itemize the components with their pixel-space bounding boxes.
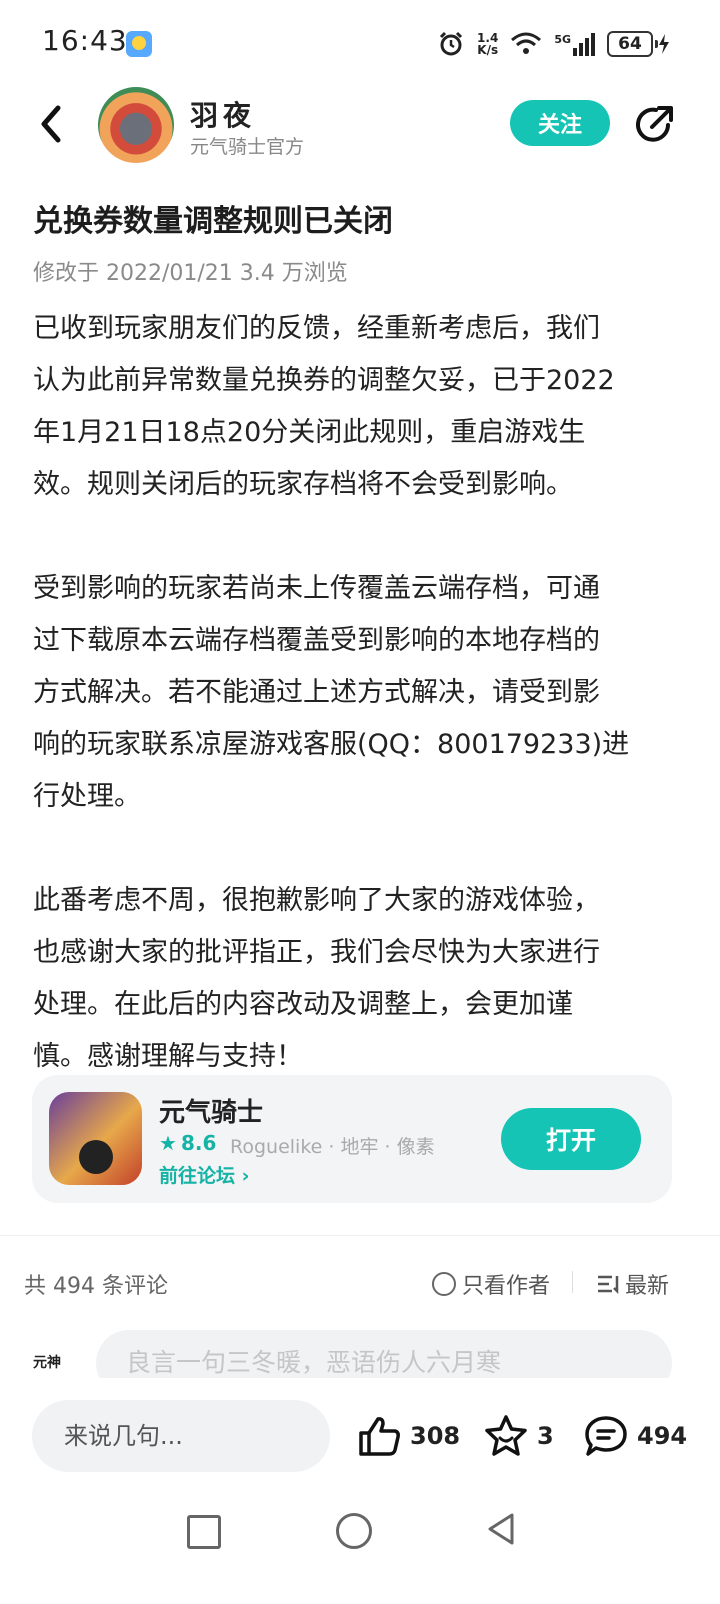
status-icons: 1.4 K/s 5G 64	[437, 28, 670, 60]
divider	[572, 1271, 573, 1293]
alarm-icon	[439, 31, 463, 56]
favorite-button[interactable]: 3	[483, 1412, 554, 1460]
star-outline-icon	[485, 1415, 527, 1456]
sort-latest-button[interactable]: 最新	[597, 1268, 669, 1300]
nav-back-icon[interactable]	[486, 1512, 516, 1546]
app-tags: Roguelike · 地牢 · 像素	[230, 1136, 435, 1158]
author-name[interactable]: 羽夜	[190, 94, 256, 134]
charging-icon	[659, 34, 669, 54]
article-paragraph: 受到影响的玩家若尚未上传覆盖云端存档，可通 过下载原本云端存档覆盖受到影响的本地…	[33, 573, 630, 812]
article-paragraph: 此番考虑不周，很抱歉影响了大家的游戏体验， 也感谢大家的批评指正，我们会尽快为大…	[33, 885, 600, 1072]
net-speed: 1.4 K/s	[477, 31, 499, 57]
comment-count: 共 494 条评论	[24, 1274, 168, 1299]
game-logo: 元神	[33, 1355, 61, 1371]
status-time: 16:43	[42, 24, 128, 57]
home-button[interactable]	[336, 1513, 372, 1549]
open-app-button[interactable]: 打开	[501, 1108, 641, 1170]
battery-icon: 64	[607, 31, 670, 57]
app-icon[interactable]	[49, 1092, 142, 1185]
radio-icon[interactable]	[432, 1272, 456, 1296]
back-arrow-icon[interactable]	[30, 100, 74, 148]
forum-link[interactable]: 前往论坛 ›	[159, 1161, 249, 1188]
app-name[interactable]: 元气骑士	[159, 1092, 263, 1129]
author-subtitle: 元气骑士官方	[190, 136, 305, 158]
app-rating: ★ 8.6	[159, 1131, 217, 1155]
share-icon[interactable]	[632, 101, 678, 147]
weather-icon	[126, 31, 152, 57]
follow-button[interactable]: 关注	[510, 100, 610, 146]
comment-button[interactable]: 494	[583, 1412, 687, 1460]
reply-input[interactable]: 来说几句...	[32, 1400, 330, 1472]
author-only-toggle[interactable]: 只看作者	[432, 1268, 550, 1300]
article-paragraph: 已收到玩家朋友们的反馈，经重新考虑后，我们 认为此前异常数量兑换券的调整欠妥，已…	[33, 313, 615, 500]
comment-bubble-icon	[585, 1416, 627, 1456]
wifi-icon	[511, 32, 542, 54]
divider	[0, 1235, 720, 1236]
article-meta: 修改于 2022/01/21 3.4 万浏览	[33, 261, 348, 286]
star-icon: ★	[159, 1131, 177, 1155]
thumbs-up-icon	[359, 1417, 400, 1456]
recent-apps-button[interactable]	[187, 1515, 221, 1549]
sort-icon	[598, 1275, 619, 1295]
author-avatar[interactable]	[98, 87, 174, 163]
article-title: 兑换券数量调整规则已关闭	[33, 204, 393, 239]
chevron-right-icon: ›	[241, 1165, 250, 1187]
article-body: 已收到玩家朋友们的反馈，经重新考虑后，我们 认为此前异常数量兑换券的调整欠妥，已…	[33, 303, 688, 1135]
like-button[interactable]: 308	[358, 1412, 460, 1460]
cell-signal-icon: 5G	[554, 32, 595, 56]
